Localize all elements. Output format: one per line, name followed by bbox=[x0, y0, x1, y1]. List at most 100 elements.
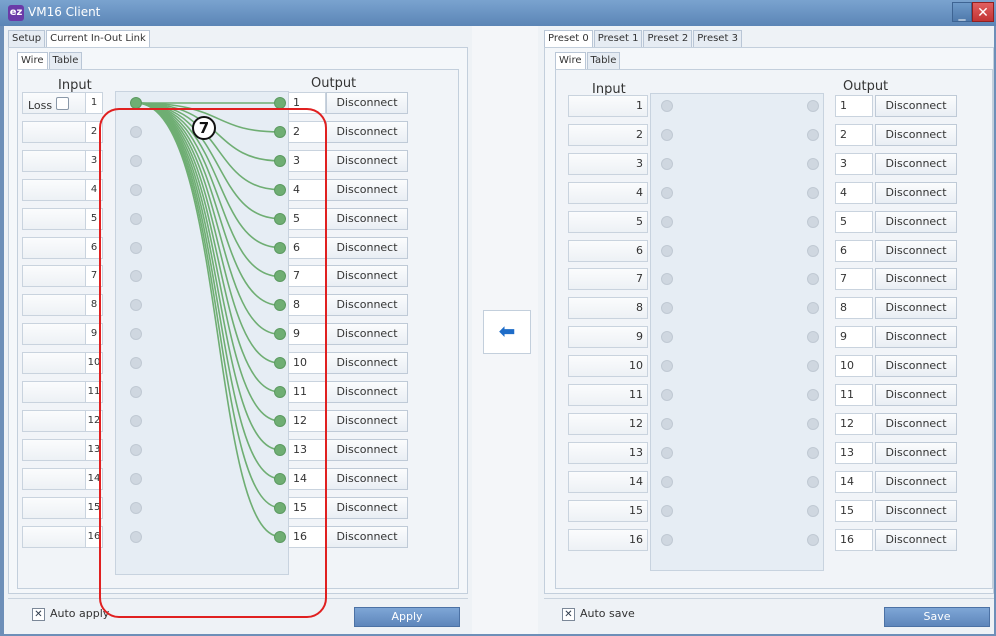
output-port[interactable] bbox=[274, 531, 286, 543]
output-port[interactable] bbox=[274, 328, 286, 340]
tab-setup[interactable]: Setup bbox=[8, 30, 46, 47]
preset-input-port[interactable] bbox=[661, 476, 673, 488]
output-port[interactable] bbox=[274, 473, 286, 485]
preset-disconnect-button[interactable]: Disconnect bbox=[875, 355, 957, 377]
preset-output-port[interactable] bbox=[807, 447, 819, 459]
preset-input-slot[interactable]: 5 bbox=[568, 211, 648, 233]
output-port[interactable] bbox=[274, 299, 286, 311]
disconnect-button[interactable]: Disconnect bbox=[326, 265, 408, 287]
input-port[interactable] bbox=[130, 473, 142, 485]
preset-wire-matrix[interactable] bbox=[650, 93, 824, 571]
preset-output-port[interactable] bbox=[807, 331, 819, 343]
preset-input-port[interactable] bbox=[661, 447, 673, 459]
preset-output-port[interactable] bbox=[807, 476, 819, 488]
preset-input-slot[interactable]: 16 bbox=[568, 529, 648, 551]
preset-disconnect-button[interactable]: Disconnect bbox=[875, 124, 957, 146]
preset-input-port[interactable] bbox=[661, 360, 673, 372]
preset-input-port[interactable] bbox=[661, 245, 673, 257]
preset-disconnect-button[interactable]: Disconnect bbox=[875, 384, 957, 406]
preset-disconnect-button[interactable]: Disconnect bbox=[875, 413, 957, 435]
preset-input-port[interactable] bbox=[661, 158, 673, 170]
output-port[interactable] bbox=[274, 415, 286, 427]
preset-disconnect-button[interactable]: Disconnect bbox=[875, 297, 957, 319]
auto-apply-checkbox[interactable]: ✕ bbox=[32, 608, 45, 621]
input-port[interactable] bbox=[130, 328, 142, 340]
preset-disconnect-button[interactable]: Disconnect bbox=[875, 529, 957, 551]
preset-output-port[interactable] bbox=[807, 216, 819, 228]
preset-input-slot[interactable]: 14 bbox=[568, 471, 648, 493]
preset-output-port[interactable] bbox=[807, 100, 819, 112]
auto-save-checkbox[interactable]: ✕ bbox=[562, 608, 575, 621]
input-port[interactable] bbox=[130, 213, 142, 225]
input-port[interactable] bbox=[130, 357, 142, 369]
preset-input-port[interactable] bbox=[661, 505, 673, 517]
disconnect-button[interactable]: Disconnect bbox=[326, 468, 408, 490]
disconnect-button[interactable]: Disconnect bbox=[326, 92, 408, 114]
preset-input-port[interactable] bbox=[661, 216, 673, 228]
preset-disconnect-button[interactable]: Disconnect bbox=[875, 211, 957, 233]
preset-disconnect-button[interactable]: Disconnect bbox=[875, 471, 957, 493]
input-port[interactable] bbox=[130, 415, 142, 427]
preset-output-port[interactable] bbox=[807, 360, 819, 372]
disconnect-button[interactable]: Disconnect bbox=[326, 497, 408, 519]
preset-disconnect-button[interactable]: Disconnect bbox=[875, 240, 957, 262]
input-port[interactable] bbox=[130, 502, 142, 514]
disconnect-button[interactable]: Disconnect bbox=[326, 410, 408, 432]
tab-current-in-out-link[interactable]: Current In-Out Link bbox=[46, 30, 150, 47]
arrow-left-icon[interactable]: ⬅ bbox=[483, 310, 531, 354]
minimize-button[interactable]: _ bbox=[952, 2, 972, 22]
output-port[interactable] bbox=[274, 242, 286, 254]
tab-wire[interactable]: Wire bbox=[17, 52, 48, 69]
input-port[interactable] bbox=[130, 184, 142, 196]
preset-input-slot[interactable]: 15 bbox=[568, 500, 648, 522]
preset-input-port[interactable] bbox=[661, 418, 673, 430]
disconnect-button[interactable]: Disconnect bbox=[326, 208, 408, 230]
save-button[interactable]: Save bbox=[884, 607, 990, 627]
preset-output-port[interactable] bbox=[807, 245, 819, 257]
output-port[interactable] bbox=[274, 213, 286, 225]
preset-disconnect-button[interactable]: Disconnect bbox=[875, 442, 957, 464]
preset-input-slot[interactable]: 4 bbox=[568, 182, 648, 204]
input-port[interactable] bbox=[130, 270, 142, 282]
output-port[interactable] bbox=[274, 126, 286, 138]
preset-input-slot[interactable]: 11 bbox=[568, 384, 648, 406]
tab-table-preset[interactable]: Table bbox=[586, 52, 621, 69]
preset-input-slot[interactable]: 3 bbox=[568, 153, 648, 175]
preset-output-port[interactable] bbox=[807, 187, 819, 199]
preset-input-port[interactable] bbox=[661, 100, 673, 112]
input-port[interactable] bbox=[130, 444, 142, 456]
apply-button[interactable]: Apply bbox=[354, 607, 460, 627]
output-port[interactable] bbox=[274, 502, 286, 514]
preset-input-port[interactable] bbox=[661, 389, 673, 401]
preset-input-slot[interactable]: 10 bbox=[568, 355, 648, 377]
preset-output-port[interactable] bbox=[807, 418, 819, 430]
preset-disconnect-button[interactable]: Disconnect bbox=[875, 500, 957, 522]
output-port[interactable] bbox=[274, 184, 286, 196]
input-port[interactable] bbox=[130, 386, 142, 398]
preset-input-slot[interactable]: 7 bbox=[568, 268, 648, 290]
preset-input-port[interactable] bbox=[661, 302, 673, 314]
disconnect-button[interactable]: Disconnect bbox=[326, 352, 408, 374]
disconnect-button[interactable]: Disconnect bbox=[326, 381, 408, 403]
preset-input-port[interactable] bbox=[661, 187, 673, 199]
preset-output-port[interactable] bbox=[807, 158, 819, 170]
loss-checkbox[interactable] bbox=[56, 97, 69, 110]
disconnect-button[interactable]: Disconnect bbox=[326, 179, 408, 201]
output-port[interactable] bbox=[274, 357, 286, 369]
disconnect-button[interactable]: Disconnect bbox=[326, 237, 408, 259]
input-port[interactable] bbox=[130, 242, 142, 254]
tab-preset-1[interactable]: Preset 1 bbox=[593, 30, 643, 47]
preset-input-port[interactable] bbox=[661, 273, 673, 285]
preset-input-slot[interactable]: 13 bbox=[568, 442, 648, 464]
preset-input-port[interactable] bbox=[661, 534, 673, 546]
tab-table[interactable]: Table bbox=[48, 52, 83, 69]
input-port[interactable] bbox=[130, 299, 142, 311]
preset-input-port[interactable] bbox=[661, 331, 673, 343]
preset-input-slot[interactable]: 8 bbox=[568, 297, 648, 319]
preset-disconnect-button[interactable]: Disconnect bbox=[875, 326, 957, 348]
tab-preset-2[interactable]: Preset 2 bbox=[643, 30, 693, 47]
disconnect-button[interactable]: Disconnect bbox=[326, 294, 408, 316]
disconnect-button[interactable]: Disconnect bbox=[326, 323, 408, 345]
tab-preset-0[interactable]: Preset 0 bbox=[544, 30, 593, 47]
disconnect-button[interactable]: Disconnect bbox=[326, 439, 408, 461]
